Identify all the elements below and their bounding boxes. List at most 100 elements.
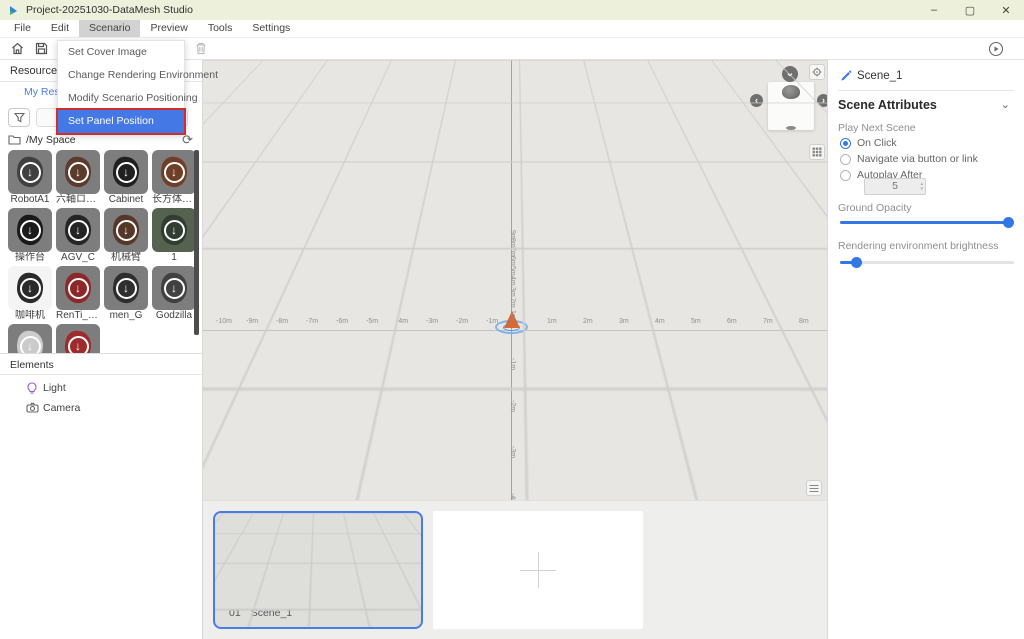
axis-tick-label: -2m [509, 400, 516, 412]
slider-knob[interactable] [1003, 217, 1014, 228]
refresh-icon[interactable]: ⟳ [182, 132, 193, 148]
play-preview-icon[interactable] [988, 41, 1004, 57]
asset-item-item[interactable]: ↓ [8, 324, 52, 353]
gizmo-chevron-down-icon[interactable]: ⌄ [782, 66, 798, 82]
asset-item-agv-c[interactable]: ↓ AGV_C [56, 208, 100, 264]
autoplay-seconds-input[interactable]: 5 ▴▾ [864, 178, 926, 195]
asset-thumbnail: ↓ [152, 266, 196, 310]
tab-resources[interactable]: Resources [10, 60, 63, 82]
menu-preview[interactable]: Preview [140, 20, 197, 37]
brightness-label: Rendering environment brightness [838, 240, 999, 252]
reset-view-icon[interactable] [809, 64, 825, 80]
gizmo-chevron-left-icon[interactable]: ‹ [750, 94, 763, 107]
view-cube-head-front [780, 101, 802, 127]
scene-thumbnail-selected[interactable]: 01 Scene_1 [213, 511, 423, 629]
asset-thumbnail: ↓ [56, 324, 100, 353]
asset-grid: ↓RobotA1↓六軸ロボッ…↓Cabinet↓长方体AGV↓操作台↓AGV_C… [4, 150, 200, 353]
asset-item-item[interactable]: ↓操作台 [8, 208, 52, 264]
layers-list-icon[interactable] [806, 480, 822, 496]
asset-thumbnail: ↓ [104, 208, 148, 252]
asset-item-item[interactable]: ↓机械臂 [104, 208, 148, 264]
asset-item-godzilla[interactable]: ↓Godzilla [152, 266, 196, 322]
camera-icon [26, 402, 39, 413]
axis-tick-label: 6m [509, 256, 516, 266]
filter-icon [14, 112, 25, 123]
menu-file[interactable]: File [4, 20, 41, 37]
axis-tick-label: -10m [216, 318, 232, 325]
option-navigate-via-button-or-link[interactable]: Navigate via button or link [840, 152, 978, 166]
asset-thumbnail: ↓ [8, 324, 52, 353]
asset-item-item[interactable]: ↓ [56, 324, 100, 353]
asset-label: AGV_C [56, 252, 100, 264]
asset-item-item[interactable]: ↓咖啡机 [8, 266, 52, 322]
add-scene-button[interactable] [433, 511, 643, 629]
asset-label: Cabinet [104, 194, 148, 206]
axis-tick-label: -4m [396, 318, 408, 325]
menu-tools[interactable]: Tools [198, 20, 243, 37]
elements-header: Elements [10, 354, 54, 376]
asset-item-robota1[interactable]: ↓RobotA1 [8, 150, 52, 206]
download-icon: ↓ [20, 220, 41, 241]
menu-item-modify-scenario-positioning[interactable]: Modify Scenario Positioning [58, 87, 184, 110]
filter-button[interactable] [8, 108, 30, 127]
menu-settings[interactable]: Settings [242, 20, 300, 37]
section-title: Scene Attributes [838, 98, 937, 112]
axis-tick-label: 8m [799, 318, 809, 325]
element-label: Light [43, 382, 66, 394]
scene-index: 01 [229, 607, 241, 619]
asset-thumbnail: ↓ [56, 208, 100, 252]
axis-tick-label: 1m [509, 310, 516, 320]
element-item-camera[interactable]: Camera [0, 400, 202, 418]
gizmo-chevron-right-icon[interactable]: › [817, 94, 827, 107]
asset-item-renti-2020[interactable]: ↓RenTi_2020… [56, 266, 100, 322]
axis-tick-label: 5m [691, 318, 701, 325]
delete-icon[interactable] [194, 41, 208, 56]
asset-label: 机械臂 [104, 252, 148, 264]
radio-button[interactable] [840, 170, 851, 181]
scene-name: Scene_1 [251, 607, 292, 619]
axis-tick-label: -5m [366, 318, 378, 325]
close-button[interactable]: ✕ [988, 0, 1024, 20]
axis-tick-label: 1m [547, 318, 557, 325]
asset-thumbnail: ↓ [104, 266, 148, 310]
autoplay-seconds-value: 5 [892, 180, 898, 192]
asset-item-cabinet[interactable]: ↓ Cabinet [104, 150, 148, 206]
axis-tick-label: 3m [509, 287, 516, 297]
element-item-light[interactable]: Light [0, 380, 202, 398]
home-icon[interactable] [10, 41, 25, 56]
menu-item-set-panel-position[interactable]: Set Panel Position [58, 110, 184, 133]
menu-edit[interactable]: Edit [41, 20, 79, 37]
maximize-button[interactable]: ▢ [952, 0, 988, 20]
minimize-button[interactable]: – [916, 0, 952, 20]
menu-item-change-rendering-environment[interactable]: Change Rendering Environment [58, 64, 184, 87]
stepper-arrows-icon[interactable]: ▴▾ [920, 179, 923, 194]
asset-item-1[interactable]: ↓1 [152, 208, 196, 264]
menu-scenario[interactable]: Scenario [79, 20, 140, 37]
save-icon[interactable] [34, 41, 49, 56]
menu-item-set-cover-image[interactable]: Set Cover Image [58, 41, 184, 64]
viewport-3d[interactable]: ⌄ ‹ › -10m-9m-8m-7m-6m-5m-4m-3m-2m-1m1m2… [203, 60, 827, 500]
edit-pencil-icon[interactable] [840, 70, 852, 82]
grid-view-icon[interactable] [809, 144, 825, 160]
brightness-slider[interactable] [840, 256, 1014, 268]
asset-scrollbar[interactable] [194, 150, 199, 335]
axis-tick-label: 4m [509, 276, 516, 286]
asset-item-men-g[interactable]: ↓men_G [104, 266, 148, 322]
asset-item-item[interactable]: ↓六軸ロボッ… [56, 150, 100, 206]
option-on-click[interactable]: On Click [840, 136, 897, 150]
axis-tick-label: 5m [509, 266, 516, 276]
slider-knob[interactable] [851, 257, 862, 268]
ground-opacity-slider[interactable] [840, 216, 1014, 228]
radio-button[interactable] [840, 154, 851, 165]
asset-item-agv[interactable]: ↓长方体AGV [152, 150, 196, 206]
download-icon: ↓ [116, 162, 137, 183]
radio-button[interactable] [840, 138, 851, 149]
view-cube[interactable] [768, 82, 814, 130]
download-icon: ↓ [68, 220, 89, 241]
section-collapse-icon[interactable]: ⌄ [1001, 98, 1010, 111]
space-path[interactable]: /My Space [26, 134, 76, 146]
asset-thumbnail: ↓ [8, 150, 52, 194]
scene-name-label: Scene_1 [857, 70, 902, 82]
scenes-strip: 01 Scene_1 [203, 500, 827, 639]
axis-tick-label: -1m [486, 318, 498, 325]
